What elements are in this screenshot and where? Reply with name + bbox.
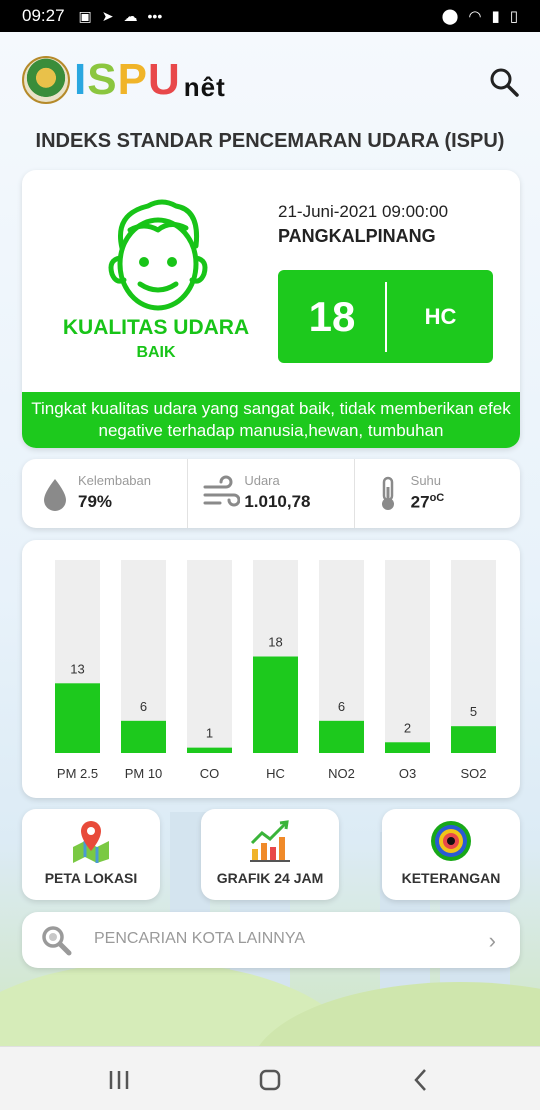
temperature-value: 27oC [410, 492, 445, 512]
city-search-placeholder: PENCARIAN KOTA LAINNYA [94, 930, 306, 947]
telegram-icon: ➤ [101, 7, 114, 24]
chart-24h-button[interactable]: GRAFIK 24 JAM [201, 809, 339, 900]
search-icon [40, 924, 72, 956]
bar-value-label: 6 [338, 699, 345, 714]
category-label: CO [200, 766, 220, 781]
humidity-value: 79% [78, 492, 113, 511]
notification-icon: ▣ [78, 7, 92, 24]
pollutant-chart: 13 PM 2.5 6 PM 10 1 CO 18 HC 6 NO2 2 O3 5 SO2 [22, 540, 520, 798]
bar-pm25 [55, 683, 100, 753]
temperature-label: Suhu [410, 473, 442, 488]
weather-card: Kelembaban 79% Udara 1.010,78 Suhu 27oC [22, 459, 520, 528]
status-bar: 09:27 ▣ ➤ ☁ ••• ⬤ ◠ ▮ ▯ [0, 0, 540, 32]
bar-co [187, 747, 232, 753]
happy-face-icon [100, 196, 216, 314]
quality-status: BAIK [136, 344, 176, 361]
status-time: 09:27 [22, 6, 65, 25]
air-pressure-label: Udara [244, 473, 280, 488]
bar-o3 [385, 742, 430, 753]
battery-icon: ▯ [509, 8, 518, 25]
location-map-label: PETA LOKASI [44, 870, 138, 886]
pollutant-bar-chart: 13 PM 2.5 6 PM 10 1 CO 18 HC 6 NO2 2 O3 5 SO2 [55, 560, 496, 781]
category-label: O3 [399, 766, 416, 781]
bar-pm10 [121, 720, 166, 753]
location-icon: ⬤ [441, 8, 459, 25]
bar-value-label: 1 [206, 726, 213, 741]
bar-value-label: 5 [470, 704, 477, 719]
category-label: SO2 [460, 766, 486, 781]
legend-info-button[interactable]: KETERANGAN [382, 809, 520, 900]
wind-icon [202, 475, 241, 513]
home-icon[interactable] [255, 1065, 285, 1095]
page-title: INDEKS STANDAR PENCEMARAN UDARA (ISPU) [35, 130, 505, 152]
map-pin-icon [69, 819, 113, 863]
bar-track [451, 560, 496, 753]
temperature-item: Suhu 27oC [353, 459, 520, 528]
humidity-label: Kelembaban [78, 473, 151, 488]
back-icon[interactable] [406, 1065, 436, 1095]
weather-icon: ☁ [123, 7, 138, 24]
search-icon[interactable] [488, 66, 520, 98]
ispu-value-box: 18 HC [278, 270, 493, 363]
city-search-bar[interactable]: PENCARIAN KOTA LAINNYA › [22, 912, 520, 968]
critical-parameter: HC [424, 304, 457, 329]
thermometer-icon [369, 475, 407, 513]
category-label: PM 10 [125, 766, 163, 781]
quality-label: KUALITAS UDARA [62, 316, 250, 339]
signal-icon: ▮ [491, 8, 500, 25]
temperature-unit: oC [429, 492, 445, 504]
category-label: PM 2.5 [57, 766, 98, 781]
divider [385, 282, 387, 352]
bar-value-label: 6 [140, 699, 147, 714]
city-name: PANGKALPINANG [278, 226, 436, 246]
legend-info-label: KETERANGAN [401, 870, 501, 886]
bar-value-label: 2 [404, 720, 411, 735]
category-label: HC [266, 766, 285, 781]
category-label: NO2 [328, 766, 355, 781]
recent-apps-icon[interactable] [104, 1065, 134, 1095]
target-icon [429, 819, 473, 863]
bar-so2 [451, 726, 496, 753]
air-pressure-item: Udara 1.010,78 [187, 459, 353, 528]
wifi-icon: ◠ [468, 8, 482, 25]
bar-hc [253, 656, 298, 753]
system-nav-bar [0, 1046, 540, 1110]
humidity-item: Kelembaban 79% [22, 459, 187, 528]
air-quality-card: KUALITAS UDARA BAIK 21-Juni-2021 09:00:0… [22, 170, 520, 448]
bar-chart-icon [248, 819, 292, 863]
measurement-datetime: 21-Juni-2021 09:00:00 [278, 202, 449, 221]
app-logo: I S P U nêt [22, 56, 226, 104]
air-pressure-value: 1.010,78 [244, 492, 311, 511]
droplet-icon [36, 475, 74, 513]
bar-value-label: 18 [268, 635, 282, 650]
app-header: I S P U nêt [0, 32, 540, 122]
bar-track [187, 560, 232, 753]
ispu-value: 18 [308, 293, 356, 340]
chevron-right-icon: › [488, 928, 496, 953]
more-icon: ••• [147, 8, 163, 24]
bar-value-label: 13 [70, 661, 84, 676]
chart-24h-label: GRAFIK 24 JAM [216, 870, 324, 886]
bar-no2 [319, 720, 364, 753]
emblem-icon [22, 56, 70, 104]
location-map-button[interactable]: PETA LOKASI [22, 809, 160, 900]
quality-description: Tingkat kualitas udara yang sangat baik,… [22, 392, 520, 448]
